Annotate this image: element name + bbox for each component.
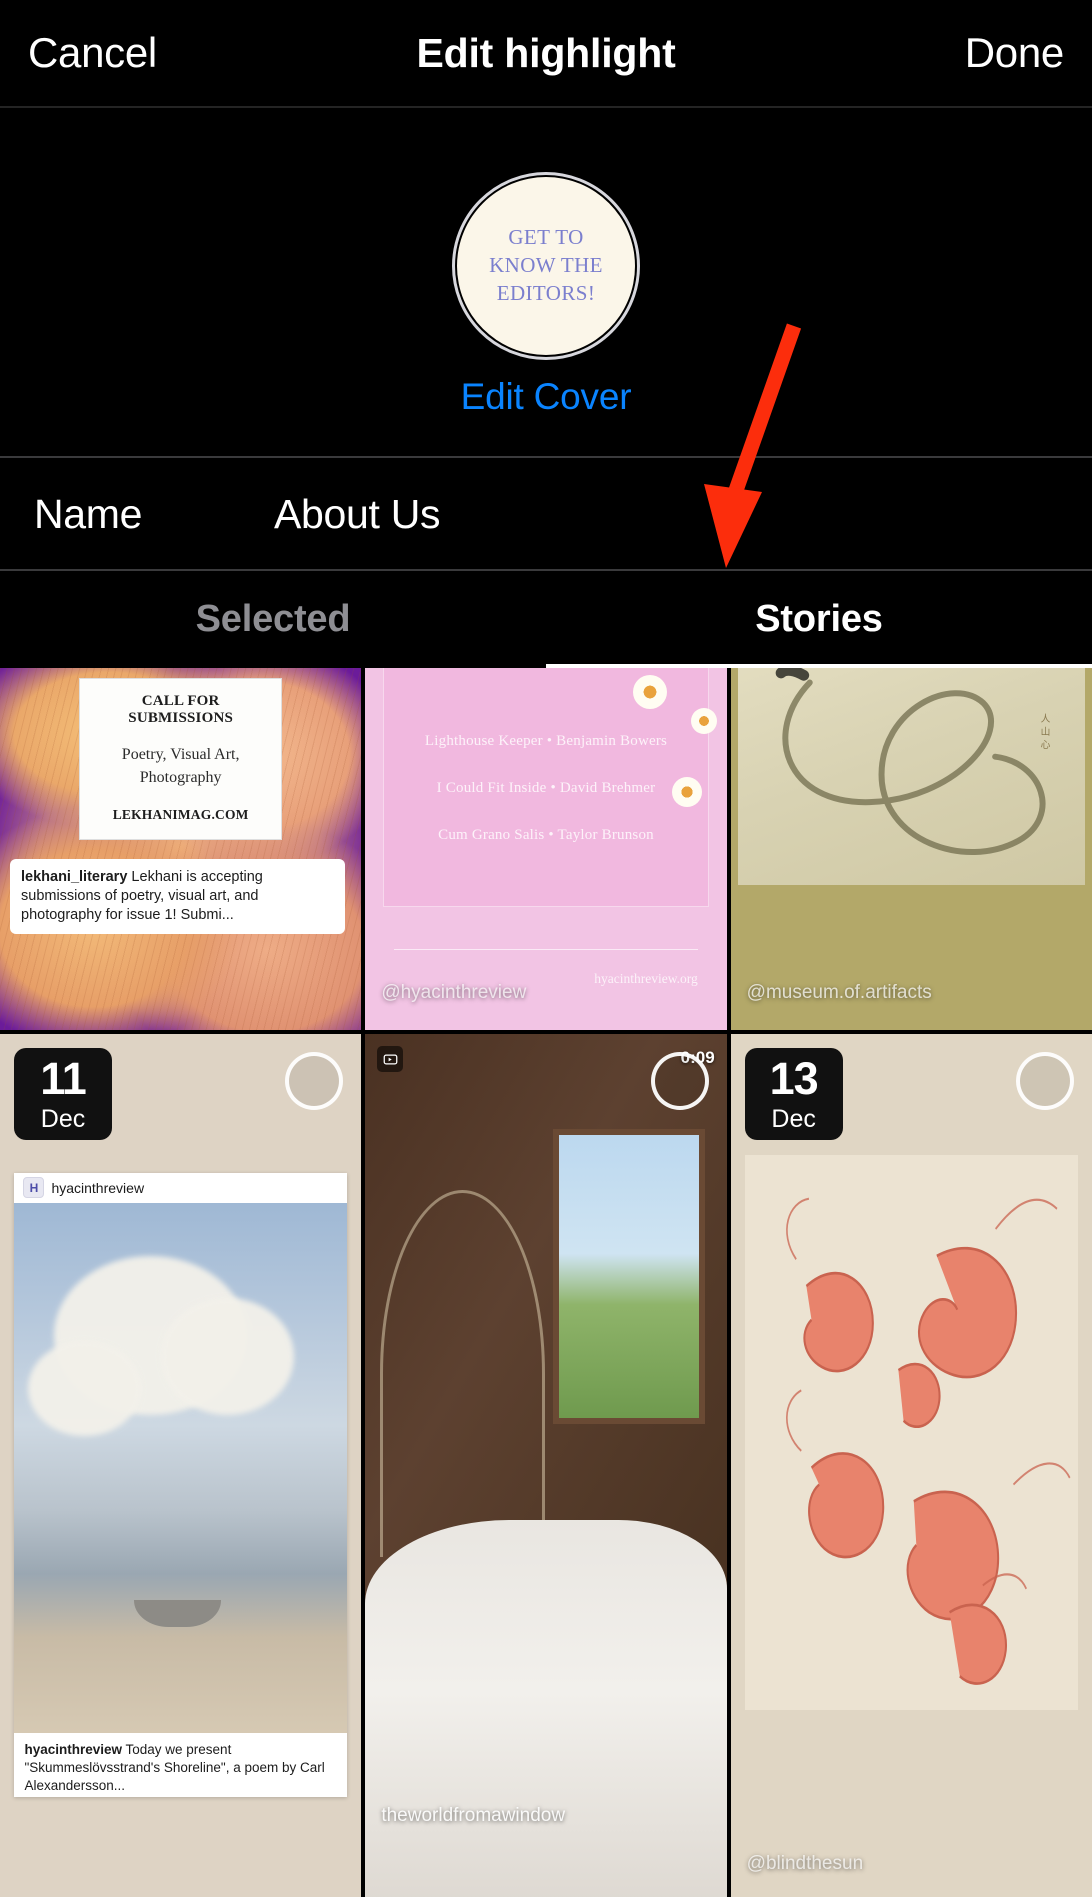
story-select-checkbox[interactable] [650, 1052, 709, 1110]
story-date-badge: 11 Dec [14, 1048, 112, 1140]
reel-video-icon [377, 1046, 404, 1072]
poem-entry-1: Lighthouse Keeper • Benjamin Bowers [424, 733, 668, 750]
story-tile[interactable]: 人 山 心 @museum.of.artifacts [730, 668, 1092, 1030]
highlight-cover-thumbnail[interactable]: GET TO KNOW THE EDITORS! [452, 172, 640, 360]
cover-text-line-2: KNOW THE [489, 253, 603, 278]
poem-entry-3: Cum Grano Salis • Taylor Brunson [438, 827, 654, 844]
submission-card-body: Poetry, Visual Art, Photography [88, 743, 272, 789]
embedded-post-caption: hyacinthreview Today we present "Skummes… [14, 1732, 347, 1797]
boat-shape [134, 1600, 221, 1627]
submission-card-title: CALL FOR SUBMISSIONS [128, 693, 234, 726]
svg-text:山: 山 [1041, 726, 1051, 738]
name-field-label: Name [34, 490, 143, 537]
story-tile[interactable]: 13 Dec @blindthesun [730, 1034, 1092, 1897]
story-date-day: 11 [40, 1053, 87, 1104]
tab-selected[interactable]: Selected [0, 571, 546, 668]
cloud-shape [160, 1298, 294, 1415]
submission-card: CALL FOR SUBMISSIONS Poetry, Visual Art,… [79, 678, 282, 841]
navigation-header: Cancel Edit highlight Done [0, 0, 1092, 106]
story-thumbnail-image: 人 山 心 [731, 668, 1092, 1030]
edit-cover-button[interactable]: Edit Cover [0, 376, 1092, 418]
story-caption-card: lekhani_literary Lekhani is accepting su… [10, 858, 346, 934]
cancel-button[interactable]: Cancel [28, 32, 157, 74]
story-account-handle: theworldfromawindow [381, 1805, 566, 1826]
svg-text:心: 心 [1041, 739, 1051, 751]
story-thumbnail-image: Lighthouse Keeper • Benjamin Bowers I Co… [365, 668, 726, 1030]
cover-text-line-1: GET TO [508, 225, 584, 250]
story-date-month: Dec [771, 1105, 816, 1133]
bed-headboard [379, 1190, 545, 1558]
story-account-handle: @blindthesun [746, 1853, 864, 1874]
poem-entry-2: I Could Fit Inside • David Brehmer [436, 780, 656, 797]
story-account-handle: @museum.of.artifacts [746, 982, 932, 1003]
tab-stories[interactable]: Stories [546, 571, 1092, 668]
story-thumbnail-image [365, 1034, 727, 1897]
highlight-name-row[interactable]: Name About Us [0, 459, 1092, 569]
seal-mark-icon: 人 山 心 [1041, 713, 1051, 751]
train-window [553, 1129, 705, 1425]
svg-text:人: 人 [1041, 713, 1051, 725]
tab-selected-label: Selected [195, 598, 351, 640]
embedded-post-header: H hyacinthreview [14, 1172, 347, 1203]
daisy-flower-icon [625, 668, 675, 717]
cover-section-divider [0, 456, 1092, 458]
submission-body-line-1: Poetry, Visual Art, [121, 746, 240, 763]
story-tile[interactable]: Lighthouse Keeper • Benjamin Bowers I Co… [365, 668, 727, 1030]
submission-body-line-2: Photography [139, 769, 222, 787]
stories-grid: CALL FOR SUBMISSIONS Poetry, Visual Art,… [0, 668, 1092, 1897]
story-select-checkbox[interactable] [285, 1052, 344, 1110]
caption-username: lekhani_literary [21, 868, 128, 885]
done-button[interactable]: Done [965, 32, 1065, 74]
poem-card-divider [394, 949, 698, 951]
poem-site-url: hyacinthreview.org [594, 970, 698, 986]
shrimp-drawing-icon [786, 1198, 1071, 1686]
story-thumbnail-image [731, 1034, 1092, 1897]
edit-highlight-screen: Cancel Edit highlight Done GET TO KNOW T… [0, 0, 1092, 1897]
story-date-month: Dec [40, 1105, 86, 1133]
page-title: Edit highlight [416, 29, 676, 76]
story-tile[interactable]: 0:09 theworldfromawindow [365, 1034, 727, 1897]
cover-text: GET TO KNOW THE EDITORS! [479, 224, 613, 308]
name-input[interactable]: About Us [274, 491, 441, 538]
tab-stories-label: Stories [755, 598, 883, 640]
cover-text-line-3: EDITORS! [496, 280, 596, 305]
story-thumbnail-image: H hyacinthreview hyacinthreview Today we… [0, 1034, 361, 1897]
caption-username: hyacinthreview [24, 1741, 122, 1757]
story-date-badge: 13 Dec [744, 1048, 843, 1140]
daisy-flower-icon [684, 702, 723, 740]
cover-image: GET TO KNOW THE EDITORS! [457, 177, 635, 355]
artifact-paper: 人 山 心 [737, 668, 1085, 886]
story-account-handle: @hyacinthreview [381, 982, 527, 1003]
story-date-day: 13 [769, 1053, 819, 1104]
story-tile[interactable]: CALL FOR SUBMISSIONS Poetry, Visual Art,… [0, 668, 362, 1030]
cloud-shape [27, 1340, 141, 1437]
story-select-checkbox[interactable] [1016, 1052, 1074, 1110]
story-tile[interactable]: H hyacinthreview hyacinthreview Today we… [0, 1034, 362, 1897]
painting-image [14, 1202, 347, 1733]
scribble-drawing-icon [775, 668, 1046, 855]
embedded-post-username: hyacinthreview [51, 1179, 145, 1196]
cover-section: GET TO KNOW THE EDITORS! Edit Cover [0, 108, 1092, 456]
tab-bar: Selected Stories [0, 571, 1092, 668]
embedded-post-card: H hyacinthreview hyacinthreview Today we… [14, 1172, 347, 1797]
avatar: H [23, 1177, 45, 1199]
bed-sheets [365, 1519, 727, 1897]
shrimp-illustration [745, 1155, 1078, 1711]
submission-card-url: LEKHANIMAG.COM [112, 807, 249, 823]
